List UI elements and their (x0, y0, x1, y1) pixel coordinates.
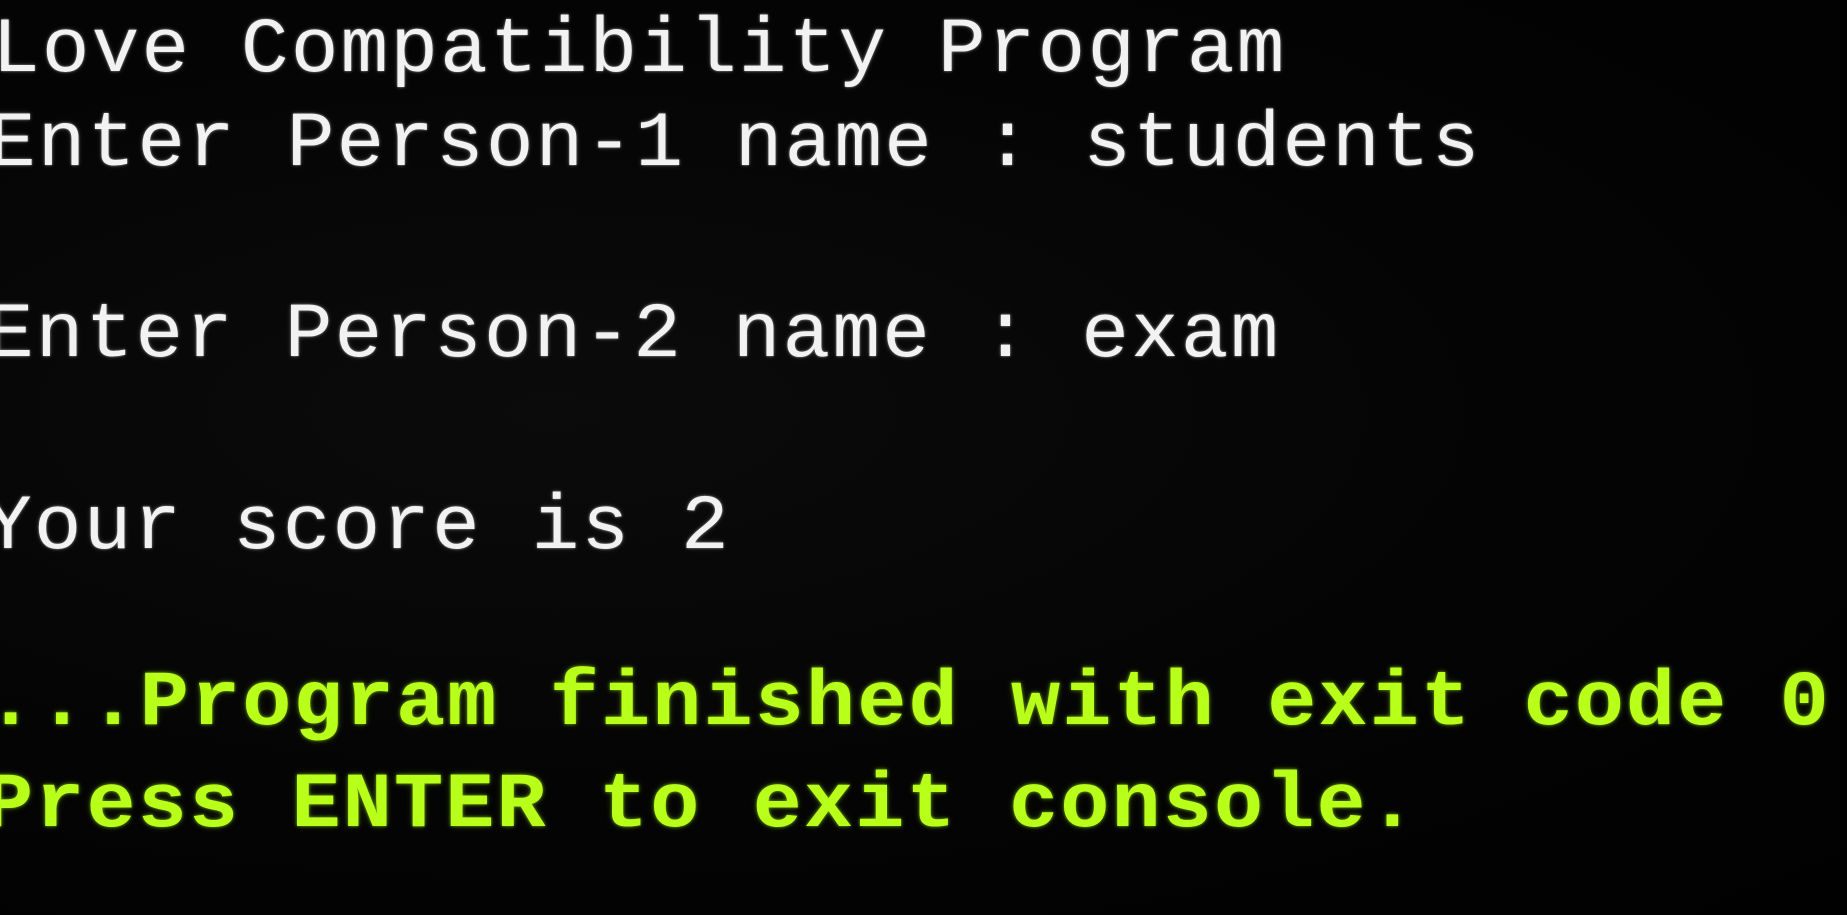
exit-status-line: ...Program finished with exit code 0 (0, 660, 1831, 748)
person-2-prompt-line: Enter Person-2 name : exam (0, 292, 1281, 380)
program-title-line: Love Compatibility Program (0, 7, 1287, 95)
console-output: Love Compatibility Program Enter Person-… (0, 0, 1847, 915)
press-enter-line[interactable]: Press ENTER to exit console. (0, 767, 1419, 845)
score-line: Your score is 2 (0, 484, 731, 572)
person-1-prompt-line: Enter Person-1 name : students (0, 101, 1482, 189)
